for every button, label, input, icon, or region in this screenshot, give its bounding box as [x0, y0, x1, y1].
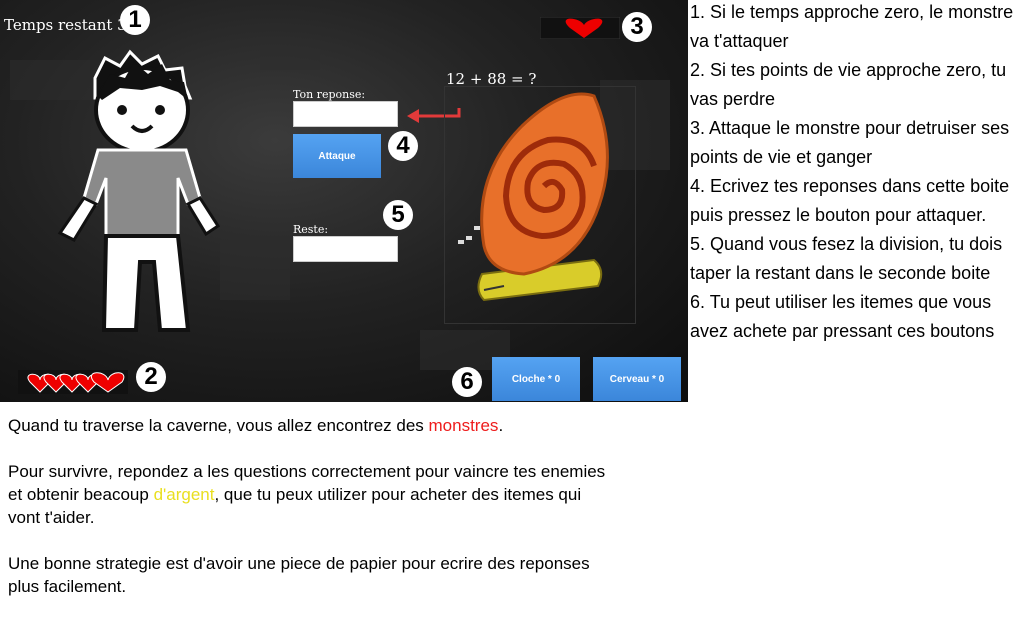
intro-text: Quand tu traverse la caverne, vous allez… [8, 414, 608, 621]
game-screen: Temps restant 30 1 2 Ton reponse: Attaqu… [0, 0, 688, 402]
legend-item-5: 5. Quand vous fesez la division, tu dois… [690, 234, 1003, 283]
intro-paragraph-1: Quand tu traverse la caverne, vous allez… [8, 414, 608, 437]
remainder-input[interactable] [293, 236, 398, 262]
marker-5: 5 [383, 200, 413, 230]
text-span: . [498, 416, 504, 435]
marker-2: 2 [136, 362, 166, 392]
marker-1: 1 [120, 5, 150, 35]
intro-paragraph-3: Une bonne strategie est d'avoir une piec… [8, 554, 590, 596]
cave-rock [220, 240, 290, 300]
player-character [57, 49, 221, 332]
cave-rock [260, 40, 320, 70]
answer-label: Ton reponse: [293, 88, 366, 101]
legend-item-2: 2. Si tes points de vie approche zero, t… [690, 60, 1007, 109]
intro-paragraph-2: Pour survivre, repondez a les questions … [8, 460, 608, 529]
snail-monster [444, 86, 636, 324]
instructions-legend: 1. Si le temps approche zero, le monstre… [690, 0, 1024, 346]
monsters-highlight: monstres [428, 416, 499, 435]
legend-item-6: 6. Tu peut utiliser les itemes que vous … [690, 292, 995, 341]
marker-3: 3 [622, 12, 652, 42]
time-remaining: Temps restant 30 [4, 16, 137, 34]
bell-item-button[interactable]: Cloche * 0 [492, 357, 580, 401]
money-highlight: d'argent [153, 485, 215, 504]
legend-item-1: 1. Si le temps approche zero, le monstre… [690, 2, 1014, 51]
monster-health-hearts [540, 17, 620, 39]
brain-item-button[interactable]: Cerveau * 0 [593, 357, 681, 401]
marker-6: 6 [452, 367, 482, 397]
text-span: Quand tu traverse la caverne, vous allez… [8, 416, 429, 435]
legend-item-3: 3. Attaque le monstre pour detruiser ses… [690, 118, 1010, 167]
answer-input[interactable] [293, 101, 398, 127]
marker-4: 4 [388, 131, 418, 161]
remainder-label: Reste: [293, 223, 329, 236]
legend-item-4: 4. Ecrivez tes reponses dans cette boite… [690, 176, 1010, 225]
attack-button[interactable]: Attaque [293, 134, 381, 178]
player-health-hearts [18, 370, 128, 394]
